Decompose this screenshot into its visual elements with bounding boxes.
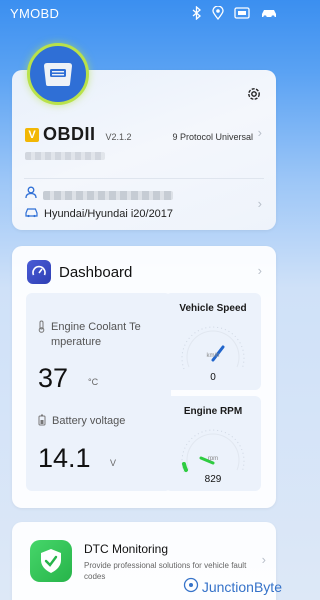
- engine-rpm-panel[interactable]: Engine RPM rpm 829: [165, 396, 261, 491]
- rpm-unit: rpm: [207, 456, 219, 462]
- dtc-monitoring-title: DTC Monitoring: [84, 542, 169, 556]
- vehicle-speed-panel[interactable]: Vehicle Speed km/h 0: [165, 293, 261, 390]
- protocol-label: 9 Protocol Universal: [172, 131, 253, 142]
- rpm-gauge: [181, 429, 245, 473]
- metrics-panel[interactable]: Engine Coolant Te mperature 37 °C Batter…: [26, 293, 171, 491]
- vehicle-speed-title: Vehicle Speed: [179, 303, 247, 314]
- bluetooth-icon: [192, 6, 202, 20]
- user-row[interactable]: [25, 186, 173, 204]
- watermark-logo-icon: [183, 577, 199, 596]
- car-icon: [260, 7, 278, 19]
- watermark-text: JunctionByte: [201, 578, 282, 595]
- dashboard-gauge-icon: [27, 260, 51, 284]
- dashboard-title: Dashboard: [59, 263, 133, 281]
- shield-check-icon: [30, 540, 72, 582]
- coolant-temp-unit: °C: [88, 377, 99, 387]
- battery-voltage-label: Battery voltage: [52, 415, 126, 427]
- vehicle-row[interactable]: Hyundai/Hyundai i20/2017: [25, 205, 173, 223]
- settings-gear-icon[interactable]: [246, 86, 262, 107]
- device-info-row[interactable]: V OBDII V2.1.2 9 Protocol Universal: [25, 124, 265, 145]
- device-name: OBDII: [43, 124, 96, 144]
- chevron-right-icon[interactable]: ›: [262, 552, 266, 567]
- chevron-right-icon[interactable]: ›: [258, 196, 262, 211]
- vehicle-speed-value: 0: [210, 372, 216, 383]
- battery-voltage-value: 14.1: [38, 443, 91, 473]
- firmware-version: V2.1.2: [105, 131, 132, 142]
- battery-voltage-unit: V: [110, 458, 117, 468]
- coolant-temp-value: 37: [38, 363, 69, 393]
- app-name: YMOBD: [10, 5, 60, 21]
- version-badge: V: [25, 127, 39, 142]
- user-account-blurred: [43, 190, 173, 200]
- device-card[interactable]: V OBDII V2.1.2 9 Protocol Universal › Hy…: [12, 43, 276, 230]
- speed-unit: km/h: [206, 353, 220, 359]
- chevron-right-icon[interactable]: ›: [258, 263, 262, 278]
- device-serial-blurred: [25, 152, 105, 160]
- watermark: JunctionByte: [183, 577, 282, 596]
- dashboard-header[interactable]: Dashboard: [27, 260, 132, 284]
- speed-gauge: [181, 326, 245, 370]
- engine-rpm-value: 829: [204, 474, 222, 485]
- user-icon: [25, 186, 37, 204]
- battery-label-row: Battery voltage: [38, 414, 162, 431]
- rpm-arc: [182, 462, 188, 472]
- dashboard-card[interactable]: Dashboard › Engine Coolant Te mperature …: [12, 246, 276, 508]
- obd-adapter-icon: [44, 63, 72, 86]
- engine-rpm-title: Engine RPM: [183, 406, 243, 417]
- battery-icon: [38, 414, 46, 431]
- coolant-temp-label-row: Engine Coolant Te mperature: [38, 320, 161, 350]
- coolant-temp-label: Engine Coolant Te mperature: [51, 321, 141, 348]
- obd-connector-icon: [234, 7, 250, 19]
- chevron-right-icon[interactable]: ›: [258, 125, 262, 140]
- thermometer-icon: [38, 320, 45, 338]
- vehicle-icon: [25, 205, 38, 223]
- obd-device-avatar[interactable]: [27, 43, 89, 105]
- vehicle-model: Hyundai/Hyundai i20/2017: [44, 208, 174, 220]
- divider: [24, 178, 264, 179]
- location-pin-icon: [212, 6, 224, 20]
- status-bar: YMOBD: [0, 0, 288, 26]
